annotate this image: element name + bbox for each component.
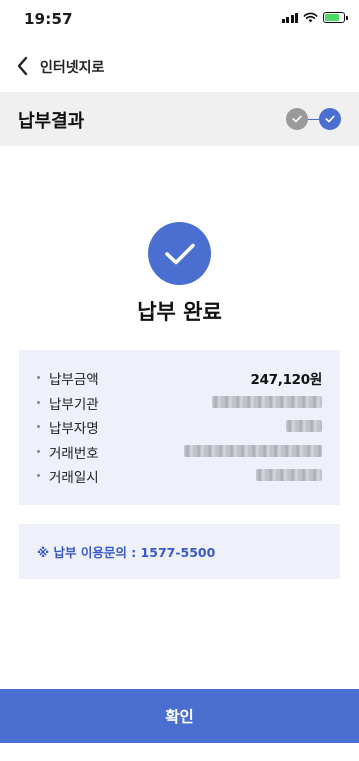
detail-row-amount: 납부금액 247,120원 bbox=[37, 367, 322, 392]
step-done-check-icon bbox=[286, 108, 308, 130]
detail-label: 납부기관 bbox=[49, 396, 99, 413]
bullet-icon bbox=[37, 400, 40, 404]
inquiry-phone-text[interactable]: ※ 납부 이용문의 : 1577-5500 bbox=[37, 542, 215, 561]
wifi-icon bbox=[303, 12, 318, 23]
step-header: 납부결과 bbox=[0, 92, 359, 146]
battery-charging-icon bbox=[323, 12, 348, 23]
step-indicator bbox=[286, 108, 341, 130]
masked-value bbox=[184, 444, 322, 457]
step-title: 납부결과 bbox=[18, 111, 85, 132]
status-icons bbox=[281, 12, 348, 23]
step-current-check-icon bbox=[319, 108, 341, 130]
status-time: 19:57 bbox=[24, 10, 73, 28]
bullet-icon bbox=[37, 425, 40, 428]
detail-label: 거래일시 bbox=[49, 470, 99, 486]
bullet-icon bbox=[37, 449, 40, 453]
masked-value bbox=[256, 469, 322, 481]
detail-row-institution: 납부기관 bbox=[37, 392, 322, 417]
complete-check-icon bbox=[148, 222, 211, 285]
confirm-button[interactable]: 확인 bbox=[0, 689, 359, 743]
inquiry-box: ※ 납부 이용문의 : 1577-5500 bbox=[19, 524, 340, 579]
detail-label: 거래번호 bbox=[49, 445, 99, 462]
bullet-icon bbox=[37, 474, 40, 477]
back-chevron-icon[interactable] bbox=[14, 55, 32, 77]
status-bar: 19:57 bbox=[0, 0, 359, 38]
detail-label: 납부자명 bbox=[49, 421, 99, 437]
home-indicator-area bbox=[0, 743, 359, 761]
detail-row-transaction-datetime: 거래일시 bbox=[37, 465, 322, 490]
bullet-icon bbox=[37, 376, 40, 379]
cellular-signal-icon bbox=[281, 12, 298, 23]
detail-row-transaction-number: 거래번호 bbox=[37, 441, 322, 466]
payment-complete-title: 납부 완료 bbox=[137, 300, 222, 324]
nav-title: 인터넷지로 bbox=[40, 60, 105, 76]
detail-row-payer-name: 납부자명 bbox=[37, 416, 322, 441]
payment-detail-card: 납부금액 247,120원 납부기관 납부자명 거래번호 거래일시 bbox=[19, 350, 340, 505]
nav-bar: 인터넷지로 bbox=[0, 44, 359, 88]
masked-value bbox=[212, 395, 322, 408]
detail-label: 납부금액 bbox=[49, 372, 99, 388]
payment-amount-value: 247,120원 bbox=[250, 372, 322, 388]
masked-value bbox=[286, 420, 322, 432]
